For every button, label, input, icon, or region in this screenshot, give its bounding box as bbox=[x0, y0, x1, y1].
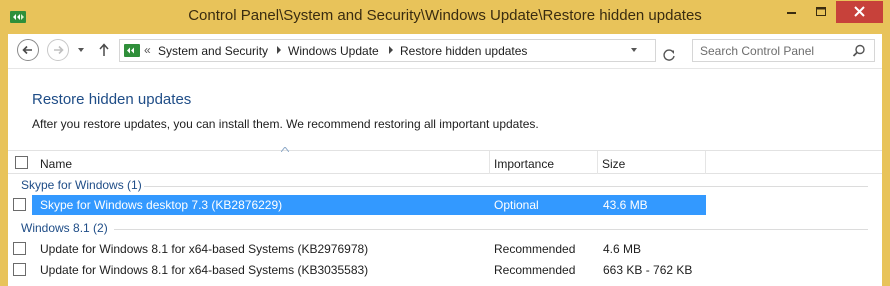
chevron-right-icon[interactable] bbox=[387, 45, 395, 55]
navigation-bar: « System and Security Windows Update Res… bbox=[8, 34, 882, 68]
up-button[interactable] bbox=[96, 39, 112, 61]
sort-up-icon bbox=[281, 147, 289, 152]
minimize-icon bbox=[787, 12, 796, 14]
search-input[interactable] bbox=[693, 40, 849, 61]
group-divider bbox=[144, 186, 868, 187]
close-button[interactable] bbox=[836, 1, 883, 23]
recent-locations-button[interactable] bbox=[75, 39, 87, 61]
update-name: Update for Windows 8.1 for x64-based Sys… bbox=[40, 263, 369, 277]
refresh-icon[interactable] bbox=[659, 45, 679, 65]
minimize-button[interactable] bbox=[776, 1, 806, 23]
forward-button[interactable] bbox=[47, 39, 69, 61]
group-label: Skype for Windows (1) bbox=[21, 178, 142, 192]
group-header-skype[interactable]: Skype for Windows (1) bbox=[8, 178, 882, 194]
column-header-row: Name Importance Size bbox=[8, 147, 882, 174]
page-description: After you restore updates, you can insta… bbox=[32, 117, 539, 131]
row-checkbox[interactable] bbox=[13, 198, 26, 211]
title-bar[interactable]: Control Panel\System and Security\Window… bbox=[0, 0, 890, 34]
search-icon[interactable] bbox=[852, 44, 866, 58]
update-size: 4.6 MB bbox=[603, 242, 642, 256]
row-checkbox[interactable] bbox=[13, 263, 26, 276]
window-title: Control Panel\System and Security\Window… bbox=[188, 7, 702, 24]
update-name: Update for Windows 8.1 for x64-based Sys… bbox=[40, 242, 369, 256]
maximize-button[interactable] bbox=[807, 1, 835, 23]
forward-arrow-icon bbox=[54, 45, 64, 55]
table-row[interactable]: Skype for Windows desktop 7.3 (KB2876229… bbox=[8, 195, 882, 215]
back-button[interactable] bbox=[17, 39, 39, 61]
column-label-importance: Importance bbox=[494, 157, 555, 171]
page-title: Restore hidden updates bbox=[32, 91, 192, 108]
update-name: Skype for Windows desktop 7.3 (KB2876229… bbox=[40, 198, 283, 212]
maximize-icon bbox=[816, 7, 826, 16]
row-checkbox[interactable] bbox=[13, 242, 26, 255]
column-header-name[interactable]: Name bbox=[32, 147, 490, 174]
group-header-windows-81[interactable]: Windows 8.1 (2) bbox=[8, 221, 882, 237]
update-importance: Recommended bbox=[494, 263, 576, 277]
select-all-checkbox[interactable] bbox=[15, 156, 28, 169]
back-arrow-icon bbox=[22, 45, 32, 55]
recent-dropdown-icon bbox=[78, 48, 84, 52]
breadcrumb-windows-update[interactable]: Windows Update bbox=[288, 44, 379, 58]
up-arrow-icon bbox=[99, 43, 109, 56]
column-label-size: Size bbox=[602, 157, 626, 171]
column-label-name: Name bbox=[40, 157, 73, 171]
main-content: Restore hidden updates After you restore… bbox=[8, 68, 882, 286]
breadcrumb-restore-hidden[interactable]: Restore hidden updates bbox=[400, 44, 527, 58]
address-bar[interactable]: « System and Security Windows Update Res… bbox=[119, 39, 675, 62]
update-importance: Recommended bbox=[494, 242, 576, 256]
close-icon bbox=[854, 6, 865, 17]
breadcrumb-system-security[interactable]: System and Security bbox=[158, 44, 268, 58]
control-panel-icon bbox=[124, 44, 140, 57]
table-row[interactable]: Update for Windows 8.1 for x64-based Sys… bbox=[8, 260, 882, 280]
chevron-right-icon[interactable] bbox=[275, 45, 283, 55]
search-box[interactable] bbox=[692, 39, 875, 62]
breadcrumb-overflow[interactable]: « bbox=[144, 43, 151, 57]
group-divider bbox=[114, 229, 868, 230]
update-importance: Optional bbox=[494, 198, 539, 212]
table-row[interactable]: Update for Windows 8.1 for x64-based Sys… bbox=[8, 239, 882, 259]
update-size: 43.6 MB bbox=[603, 198, 648, 212]
column-header-size[interactable]: Size bbox=[598, 151, 706, 174]
chevron-down-icon[interactable] bbox=[629, 46, 639, 54]
update-size: 663 KB - 762 KB bbox=[603, 263, 693, 277]
column-header-importance[interactable]: Importance bbox=[490, 151, 598, 174]
group-label: Windows 8.1 (2) bbox=[21, 221, 108, 235]
